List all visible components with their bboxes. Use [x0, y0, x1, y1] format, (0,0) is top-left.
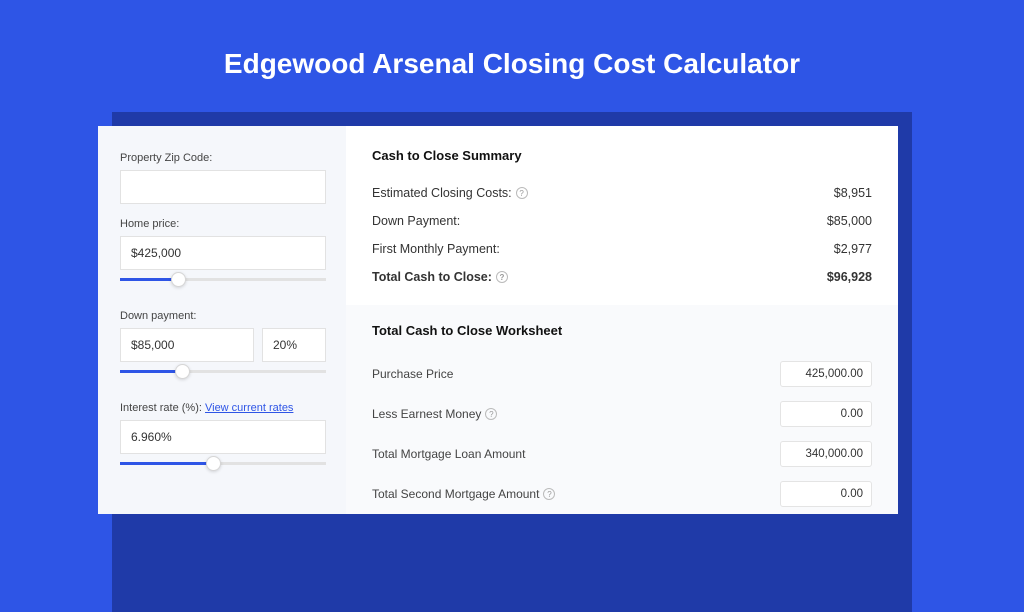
main-panel: Cash to Close Summary Estimated Closing …	[346, 126, 898, 514]
slider-fill	[120, 370, 182, 373]
second-mortgage-input[interactable]	[780, 481, 872, 507]
help-icon[interactable]: ?	[496, 271, 508, 283]
summary-value: $8,951	[834, 186, 872, 200]
calculator-panel: Property Zip Code: Home price: Down paym…	[98, 126, 898, 514]
slider-fill	[120, 462, 213, 465]
summary-value: $85,000	[827, 214, 872, 228]
interest-field-group: Interest rate (%): View current rates	[120, 402, 326, 480]
slider-thumb[interactable]	[171, 272, 186, 287]
inputs-sidebar: Property Zip Code: Home price: Down paym…	[98, 126, 346, 514]
page-title: Edgewood Arsenal Closing Cost Calculator	[0, 0, 1024, 108]
slider-thumb[interactable]	[175, 364, 190, 379]
home-price-field-group: Home price:	[120, 218, 326, 296]
mortgage-loan-input[interactable]	[780, 441, 872, 467]
down-payment-slider[interactable]	[120, 368, 326, 388]
summary-total-label: Total Cash to Close:	[372, 270, 492, 284]
summary-title: Cash to Close Summary	[372, 148, 872, 163]
help-icon[interactable]: ?	[543, 488, 555, 500]
view-rates-link[interactable]: View current rates	[205, 402, 293, 414]
purchase-price-input[interactable]	[780, 361, 872, 387]
worksheet-row: Purchase Price	[372, 354, 872, 394]
zip-input[interactable]	[120, 170, 326, 204]
slider-thumb[interactable]	[206, 456, 221, 471]
interest-label-text: Interest rate (%):	[120, 402, 202, 414]
interest-label: Interest rate (%): View current rates	[120, 402, 326, 414]
home-price-label: Home price:	[120, 218, 326, 230]
home-price-input[interactable]	[120, 236, 326, 270]
worksheet-section: Total Cash to Close Worksheet Purchase P…	[346, 305, 898, 514]
zip-label: Property Zip Code:	[120, 152, 326, 164]
summary-value: $2,977	[834, 242, 872, 256]
help-icon[interactable]: ?	[485, 408, 497, 420]
down-payment-label: Down payment:	[120, 310, 326, 322]
worksheet-row: Total Mortgage Loan Amount	[372, 434, 872, 474]
worksheet-label: Purchase Price	[372, 367, 453, 381]
down-payment-pct-input[interactable]	[262, 328, 326, 362]
interest-input[interactable]	[120, 420, 326, 454]
down-payment-input[interactable]	[120, 328, 254, 362]
worksheet-row: Less Earnest Money ?	[372, 394, 872, 434]
summary-label: Down Payment:	[372, 214, 460, 228]
down-payment-field-group: Down payment:	[120, 310, 326, 388]
summary-label: Estimated Closing Costs:	[372, 186, 512, 200]
summary-row: First Monthly Payment: $2,977	[372, 235, 872, 263]
worksheet-label: Total Second Mortgage Amount	[372, 487, 539, 501]
summary-label: First Monthly Payment:	[372, 242, 500, 256]
worksheet-label: Total Mortgage Loan Amount	[372, 447, 525, 461]
slider-fill	[120, 278, 178, 281]
summary-row: Down Payment: $85,000	[372, 207, 872, 235]
worksheet-label: Less Earnest Money	[372, 407, 481, 421]
worksheet-row: Total Second Mortgage Amount ?	[372, 474, 872, 514]
summary-total-value: $96,928	[827, 270, 872, 284]
summary-total-row: Total Cash to Close: ? $96,928	[372, 263, 872, 291]
home-price-slider[interactable]	[120, 276, 326, 296]
zip-field-group: Property Zip Code:	[120, 152, 326, 204]
summary-row: Estimated Closing Costs: ? $8,951	[372, 179, 872, 207]
worksheet-title: Total Cash to Close Worksheet	[372, 323, 872, 338]
help-icon[interactable]: ?	[516, 187, 528, 199]
interest-slider[interactable]	[120, 460, 326, 480]
earnest-money-input[interactable]	[780, 401, 872, 427]
